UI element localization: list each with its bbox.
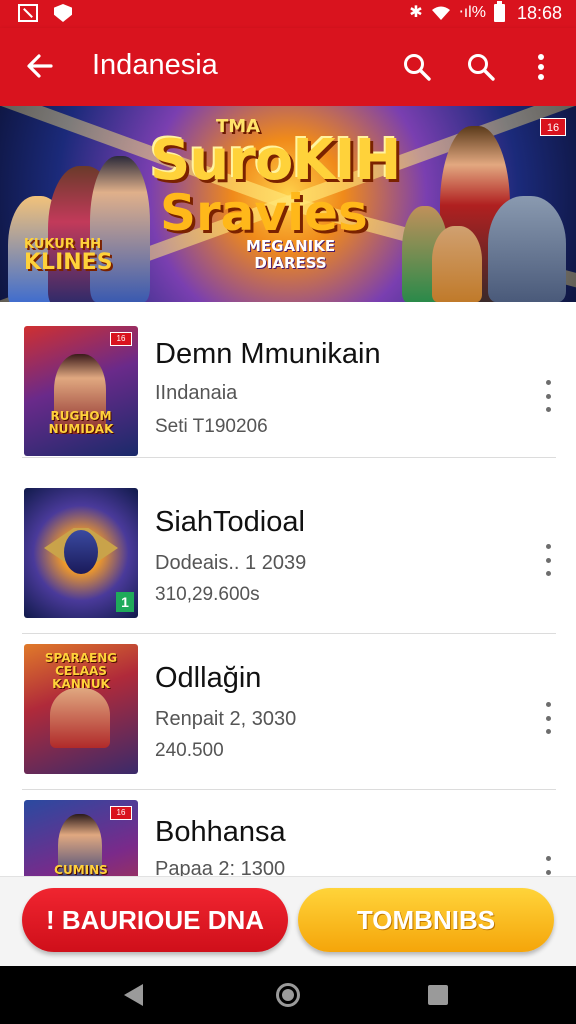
list-item[interactable]: 1 SiahTodioal Dodeais.. 1 2039 310,29.60… (0, 458, 576, 634)
search-icon (468, 54, 495, 81)
screenshot-icon (18, 4, 38, 22)
banner-left-line2: KLINES (24, 250, 113, 275)
age-rating-badge: 16 (540, 118, 566, 136)
more-vert-icon[interactable] (536, 698, 560, 738)
wifi-icon (431, 6, 450, 20)
banner-subtitle: MEGANIKE DIARESS (246, 238, 335, 272)
item-subtitle: Dodeais.. 1 2039 (155, 552, 307, 574)
list-item[interactable]: CUMINS 16 Bohhansa Papaa 2: 1300 (0, 790, 576, 876)
app-bar: Indanesia (0, 28, 576, 106)
rank-badge: 1 (116, 592, 134, 612)
system-nav-bar (0, 966, 576, 1024)
game-thumbnail: SPARAENG CELAAS KANNUK (24, 644, 138, 774)
thumbnail-text: SPARAENG CELAAS KANNUK (44, 651, 118, 691)
nav-home-icon[interactable] (276, 983, 300, 1007)
thumbnail-character (50, 688, 110, 748)
shield-icon (54, 4, 72, 22)
banner-character (90, 156, 150, 302)
game-thumbnail: 1 (24, 488, 138, 618)
age-rating-badge: 16 (110, 806, 132, 820)
search-button[interactable] (396, 46, 438, 88)
more-vert-icon[interactable] (536, 376, 560, 416)
banner-title-line2: Sravies (160, 184, 368, 242)
banner-left-logo: KUKUR HH KLINES (24, 238, 113, 274)
arrow-left-icon (27, 54, 53, 78)
banner-character (488, 196, 566, 302)
item-meta: Seti T190206 (155, 416, 268, 437)
signal-text: ⋅ıl% (458, 4, 486, 21)
back-button[interactable] (20, 46, 60, 86)
age-rating-badge: 16 (110, 332, 132, 346)
item-meta: 310,29.600s (155, 584, 260, 605)
item-title: Demn Mmunikain (155, 338, 381, 370)
more-vert-icon[interactable] (536, 852, 560, 876)
action-bar: ! BAURIOUE DNA TOMBNIBS (0, 876, 576, 966)
game-thumbnail: RUGHOM NUMIDAK 16 (24, 326, 138, 456)
item-title: Odllağin (155, 662, 262, 694)
item-title: Bohhansa (155, 816, 286, 848)
status-bar-left (18, 4, 72, 22)
banner-character (432, 226, 482, 302)
more-vert-icon (538, 54, 544, 80)
status-bar: ✱ ⋅ıl% 18:68 (0, 0, 576, 28)
status-time: 18:68 (516, 3, 562, 23)
item-subtitle: IIndanaia (155, 382, 238, 404)
item-subtitle: Renpait 2, 3030 (155, 708, 297, 730)
thumbnail-text: RUGHOM NUMIDAK (48, 409, 114, 436)
primary-action-button[interactable]: ! BAURIOUE DNA (22, 888, 288, 952)
thumbnail-mask (64, 530, 98, 574)
item-subtitle: Papaa 2: 1300 (155, 858, 286, 876)
battery-icon (493, 1, 505, 22)
status-bar-right: ✱ ⋅ıl% 18:68 (409, 1, 562, 23)
search-icon (404, 54, 431, 81)
bluetooth-icon: ✱ (409, 4, 423, 21)
search-button-secondary[interactable] (460, 46, 502, 88)
item-meta: 240.500 (155, 740, 224, 761)
more-options-button[interactable] (520, 46, 562, 88)
list-item[interactable]: SPARAENG CELAAS KANNUK Odllağin Renpait … (0, 634, 576, 790)
item-title: SiahTodioal (155, 506, 305, 538)
page-title: Indanesia (92, 49, 218, 81)
more-vert-icon[interactable] (536, 540, 560, 580)
promo-banner[interactable]: TMA SuroKIH Sravies MEGANIKE DIARESS KUK… (0, 106, 576, 302)
nav-recents-icon[interactable] (428, 985, 448, 1005)
secondary-action-button[interactable]: TOMBNIBS (298, 888, 554, 952)
banner-subtitle-line1: MEGANIKE (246, 237, 336, 255)
game-list: RUGHOM NUMIDAK 16 Demn Mmunikain IIndana… (0, 302, 576, 876)
banner-subtitle-line2: DIARESS (254, 254, 327, 272)
game-thumbnail: CUMINS 16 (24, 800, 138, 876)
list-item[interactable]: RUGHOM NUMIDAK 16 Demn Mmunikain IIndana… (0, 302, 576, 458)
nav-back-icon[interactable] (124, 984, 143, 1006)
thumbnail-text: CUMINS (54, 863, 108, 877)
